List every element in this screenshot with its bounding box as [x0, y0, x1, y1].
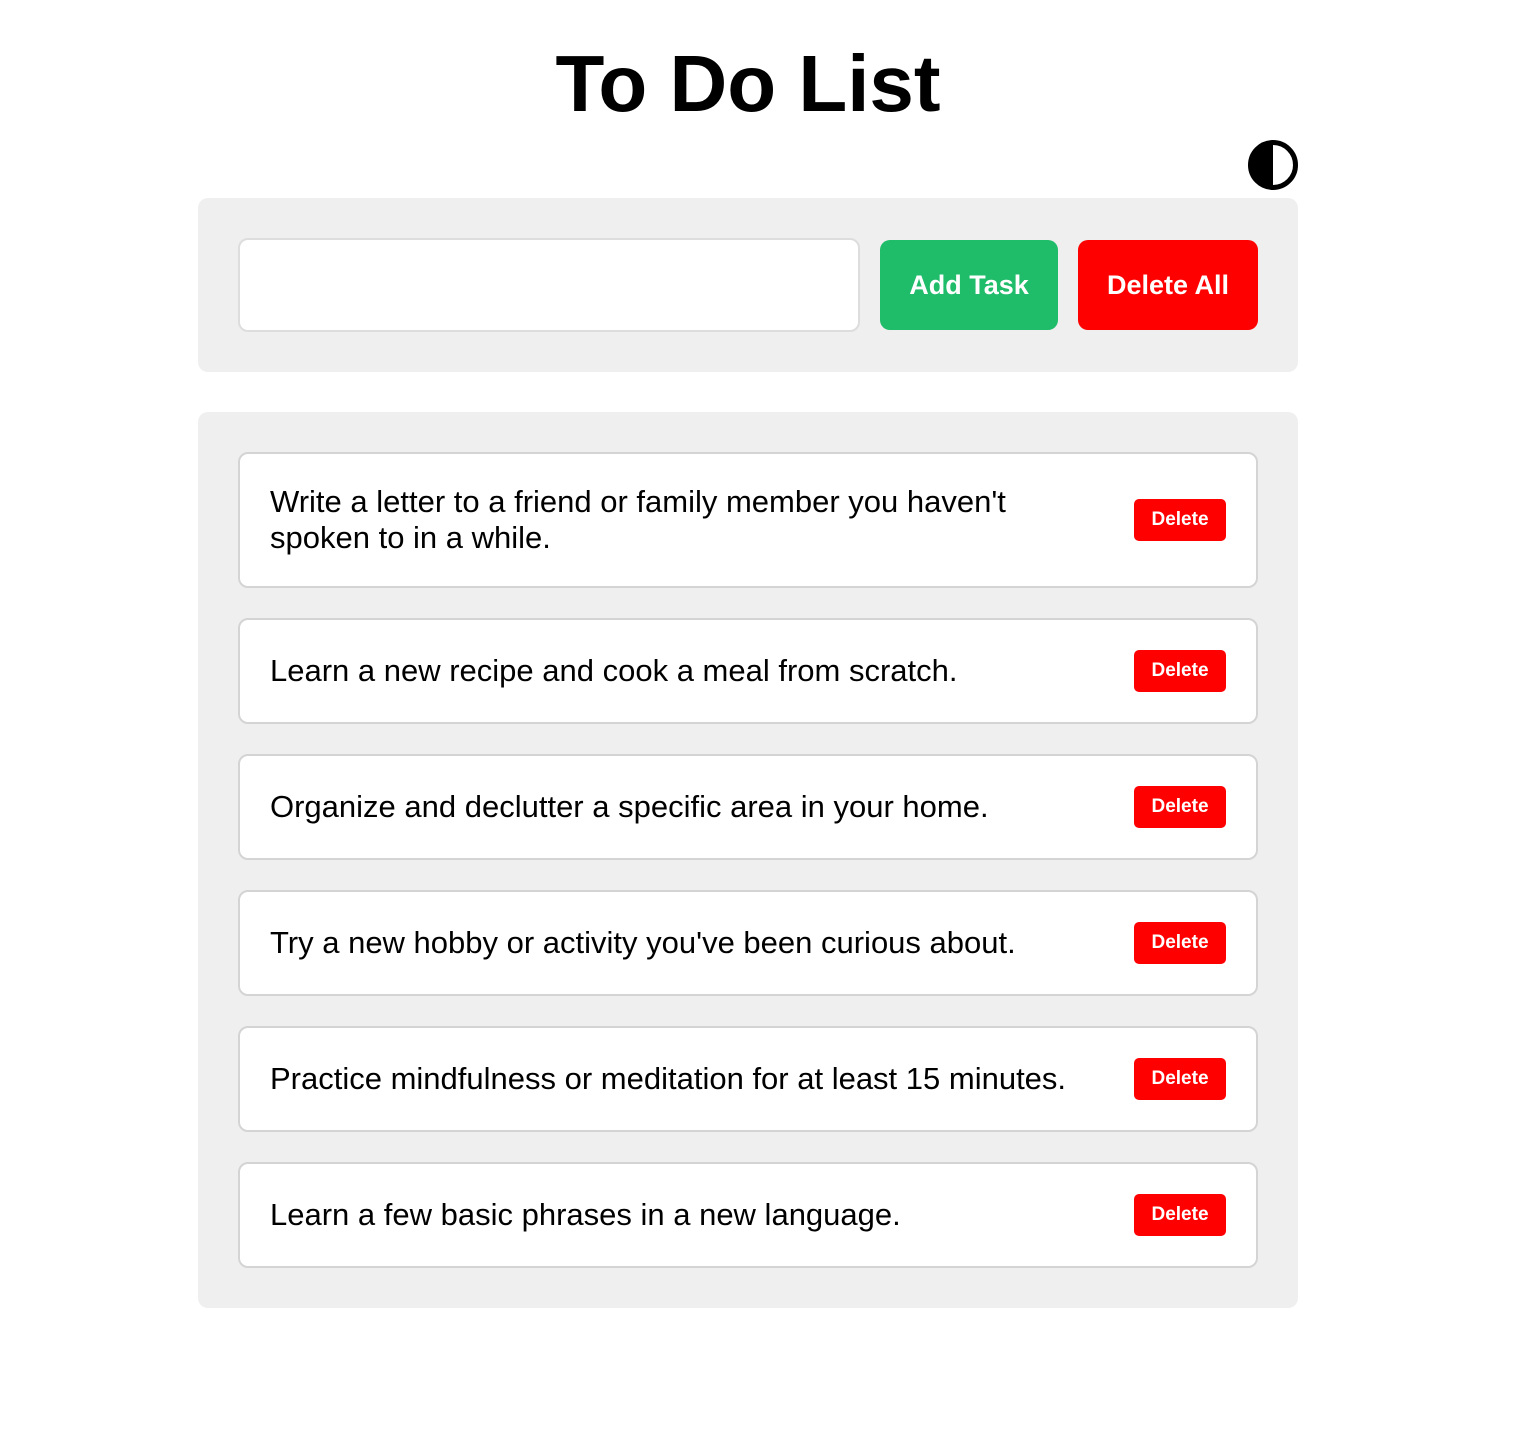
task-item: Learn a new recipe and cook a meal from … [238, 618, 1258, 724]
theme-toggle-button[interactable] [1248, 140, 1298, 190]
delete-task-button[interactable]: Delete [1134, 1058, 1226, 1100]
delete-task-button[interactable]: Delete [1134, 922, 1226, 964]
task-list: Write a letter to a friend or family mem… [238, 452, 1258, 1268]
task-item: Learn a few basic phrases in a new langu… [238, 1162, 1258, 1268]
task-text: Practice mindfulness or meditation for a… [270, 1061, 1067, 1096]
task-text: Write a letter to a friend or family mem… [270, 484, 1006, 555]
delete-task-button[interactable]: Delete [1134, 650, 1226, 692]
task-text: Organize and declutter a specific area i… [270, 789, 989, 824]
delete-all-button[interactable]: Delete All [1078, 240, 1258, 330]
add-task-panel: Add Task Delete All [198, 198, 1298, 372]
delete-task-button[interactable]: Delete [1134, 1194, 1226, 1236]
page-title: To Do List [555, 39, 941, 128]
delete-task-button[interactable]: Delete [1134, 499, 1226, 541]
todo-page: To Do List Add Task Delete All Write a l… [0, 0, 1530, 1454]
contrast-icon [1248, 140, 1298, 190]
task-text: Learn a few basic phrases in a new langu… [270, 1197, 901, 1232]
task-item: Write a letter to a friend or family mem… [238, 452, 1258, 588]
task-item: Organize and declutter a specific area i… [238, 754, 1258, 860]
delete-task-button[interactable]: Delete [1134, 786, 1226, 828]
task-text: Try a new hobby or activity you've been … [270, 925, 1016, 960]
task-text: Learn a new recipe and cook a meal from … [270, 653, 958, 688]
add-task-button[interactable]: Add Task [880, 240, 1058, 330]
task-input[interactable] [238, 238, 860, 332]
task-list-panel: Write a letter to a friend or family mem… [198, 412, 1298, 1308]
task-item: Practice mindfulness or meditation for a… [238, 1026, 1258, 1132]
task-item: Try a new hobby or activity you've been … [238, 890, 1258, 996]
